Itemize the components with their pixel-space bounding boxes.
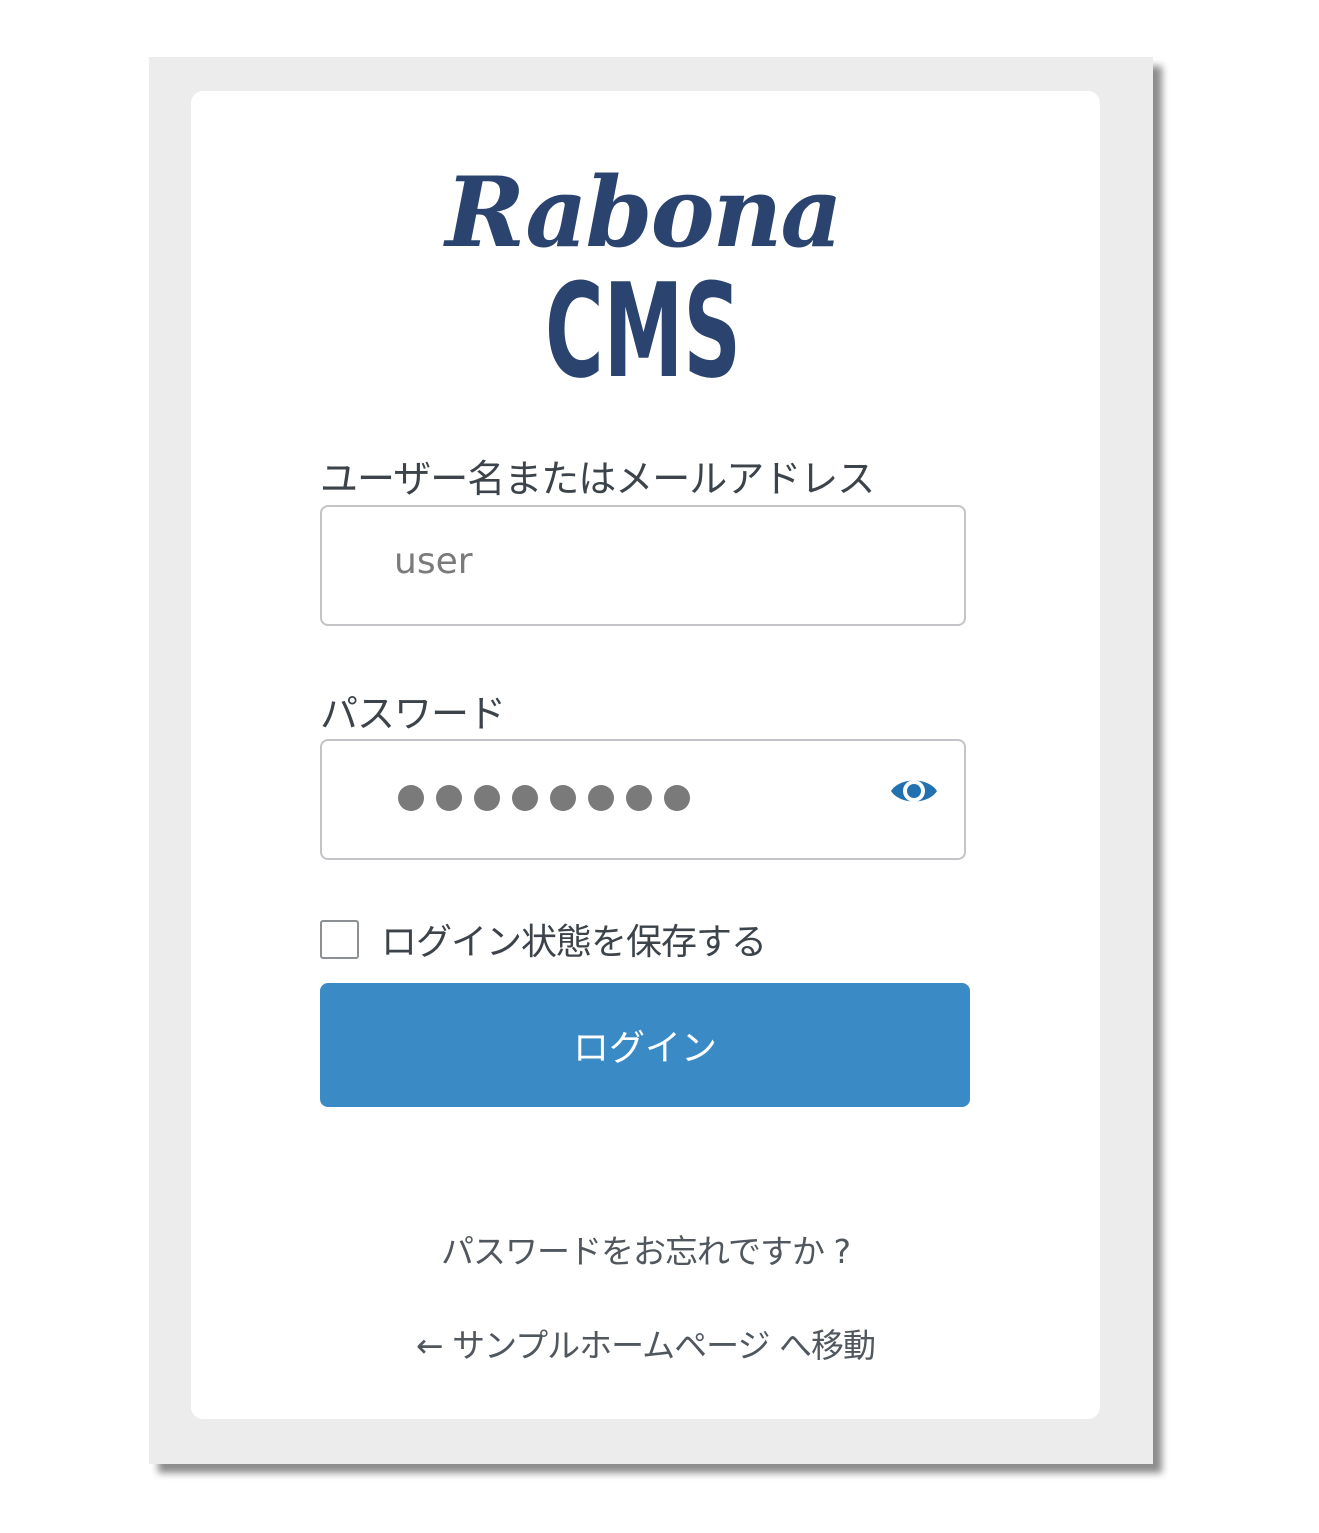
logo-cms-text: CMS <box>545 255 741 407</box>
password-mask <box>398 785 690 817</box>
password-dot <box>588 785 614 811</box>
password-dot <box>626 785 652 811</box>
logo-script-text: Rabona <box>442 156 840 269</box>
lost-password-link[interactable]: パスワードをお忘れですか ? <box>191 1225 1100 1273</box>
username-value: user <box>394 541 473 582</box>
login-card: Rabona CMS ユーザー名またはメールアドレス user パスワード ログ… <box>191 91 1100 1419</box>
remember-checkbox[interactable] <box>320 919 359 959</box>
username-label: ユーザー名またはメールアドレス <box>320 457 875 501</box>
login-button[interactable]: ログイン <box>320 983 970 1107</box>
username-input[interactable]: user <box>320 505 966 626</box>
password-dot <box>398 785 424 811</box>
password-label: パスワード <box>320 692 506 736</box>
password-dot <box>512 785 538 811</box>
rabona-cms-logo: Rabona CMS <box>191 91 1100 411</box>
password-dot <box>474 785 500 811</box>
password-dot <box>664 785 690 811</box>
password-dot <box>550 785 576 811</box>
remember-label[interactable]: ログイン状態を保存する <box>381 913 767 965</box>
back-to-site-link[interactable]: ← サンプルホームページ へ移動 <box>191 1319 1100 1367</box>
password-input[interactable] <box>320 739 966 860</box>
eye-icon[interactable] <box>888 769 940 813</box>
password-dot <box>436 785 462 811</box>
remember-me[interactable]: ログイン状態を保存する <box>320 917 767 963</box>
